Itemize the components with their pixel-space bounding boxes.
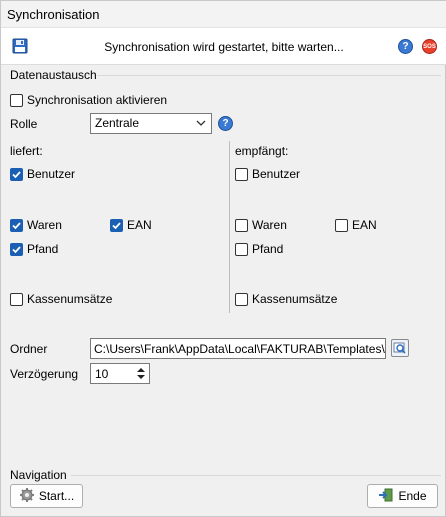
empfaengt-header: empfängt: <box>235 144 289 158</box>
navigation-group-title: Navigation <box>10 468 67 482</box>
checkbox-box[interactable] <box>235 167 248 181</box>
sos-icon[interactable]: SOS <box>422 39 437 54</box>
verzoegerung-stepper[interactable]: 10 <box>90 363 150 384</box>
liefert-kassenumsaetze-label: Kassenumsätze <box>27 292 113 306</box>
sync-window: Synchronisation Synchronisation wird ges… <box>0 0 446 517</box>
datenaustausch-group-title: Datenaustausch <box>10 68 97 82</box>
help-icon[interactable]: ? <box>398 39 413 54</box>
verzoegerung-label: Verzögerung <box>10 367 79 381</box>
window-title: Synchronisation <box>7 7 100 22</box>
ordner-label: Ordner <box>10 342 48 356</box>
liefert-ean-checkbox[interactable]: EAN <box>110 218 152 232</box>
empfaengt-benutzer-checkbox[interactable]: Benutzer <box>235 167 300 181</box>
empfaengt-pfand-checkbox[interactable]: Pfand <box>235 242 283 256</box>
rolle-value: Zentrale <box>95 116 140 130</box>
empfaengt-kassenumsaetze-checkbox[interactable]: Kassenumsätze <box>235 292 337 306</box>
group-divider <box>71 475 441 476</box>
checkbox-box[interactable] <box>110 218 123 232</box>
ende-label: Ende <box>398 489 427 503</box>
browse-folder-icon[interactable] <box>391 339 409 357</box>
rolle-combobox[interactable]: Zentrale <box>90 113 212 134</box>
title-bar: Synchronisation <box>1 1 446 28</box>
checkbox-box[interactable] <box>335 218 348 232</box>
gear-icon <box>19 487 35 506</box>
liefert-waren-label: Waren <box>27 218 62 232</box>
rolle-help-icon[interactable]: ? <box>218 116 233 131</box>
liefert-benutzer-checkbox[interactable]: Benutzer <box>10 167 75 181</box>
liefert-waren-checkbox[interactable]: Waren <box>10 218 62 232</box>
checkbox-box[interactable] <box>10 218 23 232</box>
liefert-pfand-label: Pfand <box>27 242 59 256</box>
status-header: Synchronisation wird gestartet, bitte wa… <box>1 28 446 65</box>
sync-activate-label: Synchronisation aktivieren <box>27 93 168 107</box>
sync-activate-checkbox[interactable]: Synchronisation aktivieren <box>10 93 167 107</box>
ordner-value: C:\Users\Frank\AppData\Local\FAKTURAB\Te… <box>94 342 386 356</box>
liefert-header: liefert: <box>10 144 43 158</box>
empfaengt-waren-label: Waren <box>252 218 287 232</box>
empfaengt-kassenumsaetze-label: Kassenumsätze <box>252 292 338 306</box>
checkbox-box[interactable] <box>10 242 23 256</box>
empfaengt-ean-label: EAN <box>352 218 377 232</box>
checkbox-box[interactable] <box>10 292 23 306</box>
verzoegerung-value: 10 <box>95 367 109 381</box>
checkbox-box[interactable] <box>235 292 248 306</box>
chevron-down-icon[interactable] <box>195 117 207 132</box>
checkbox-box[interactable] <box>235 218 248 232</box>
column-divider <box>229 141 230 313</box>
liefert-ean-label: EAN <box>127 218 152 232</box>
status-text: Synchronisation wird gestartet, bitte wa… <box>104 40 344 54</box>
empfaengt-ean-checkbox[interactable]: EAN <box>335 218 377 232</box>
start-button[interactable]: Start... <box>10 484 83 508</box>
exit-icon <box>378 487 394 506</box>
checkbox-box[interactable] <box>10 167 23 181</box>
empfaengt-pfand-label: Pfand <box>252 242 284 256</box>
group-divider <box>97 75 441 76</box>
spin-arrows-icon[interactable] <box>135 365 147 382</box>
checkbox-box[interactable] <box>10 93 23 107</box>
liefert-benutzer-label: Benutzer <box>27 167 76 181</box>
liefert-kassenumsaetze-checkbox[interactable]: Kassenumsätze <box>10 292 112 306</box>
liefert-pfand-checkbox[interactable]: Pfand <box>10 242 58 256</box>
rolle-label: Rolle <box>10 117 38 131</box>
empfaengt-benutzer-label: Benutzer <box>252 167 301 181</box>
ende-button[interactable]: Ende <box>367 484 438 508</box>
empfaengt-waren-checkbox[interactable]: Waren <box>235 218 287 232</box>
ordner-input[interactable]: C:\Users\Frank\AppData\Local\FAKTURAB\Te… <box>90 338 386 359</box>
start-label: Start... <box>38 489 75 503</box>
checkbox-box[interactable] <box>235 242 248 256</box>
